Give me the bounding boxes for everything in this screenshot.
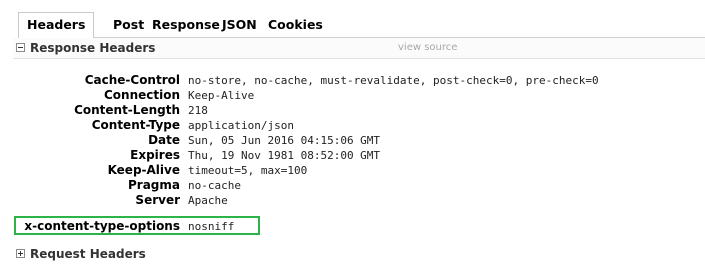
tab-json[interactable]: JSON	[222, 13, 257, 37]
header-name: Pragma	[127, 178, 180, 192]
header-name: Cache-Control	[84, 73, 180, 87]
header-name: Content-Length	[74, 103, 180, 117]
header-row: Expires Thu, 19 Nov 1981 08:52:00 GMT	[13, 148, 705, 162]
header-name: Date	[148, 133, 180, 147]
collapse-icon[interactable]	[16, 43, 25, 52]
header-value: no-store, no-cache, must-revalidate, pos…	[188, 74, 599, 87]
header-value: Sun, 05 Jun 2016 04:15:06 GMT	[188, 134, 381, 147]
header-value: application/json	[188, 119, 294, 132]
tab-headers[interactable]: Headers	[18, 12, 95, 39]
response-headers-section-header[interactable]: Response Headers view source	[13, 38, 705, 59]
header-row: Content-Length 218	[13, 103, 705, 117]
header-name: Content-Type	[91, 118, 180, 132]
header-row: Content-Type application/json	[13, 118, 705, 132]
header-value: Keep-Alive	[188, 89, 255, 102]
view-source-link[interactable]: view source	[398, 42, 457, 53]
request-headers-title: Request Headers	[30, 247, 146, 261]
tab-response[interactable]: Response	[152, 13, 220, 37]
tab-cookies[interactable]: Cookies	[268, 13, 323, 37]
header-row: Cache-Control no-store, no-cache, must-r…	[13, 73, 705, 87]
tab-bar: Headers Post Response JSON Cookies	[18, 12, 705, 39]
request-headers-section-header[interactable]: Request Headers	[13, 244, 705, 264]
header-value: timeout=5, max=100	[188, 164, 308, 177]
header-value: Thu, 19 Nov 1981 08:52:00 GMT	[188, 149, 381, 162]
tab-post[interactable]: Post	[113, 13, 144, 37]
highlight-box	[14, 216, 260, 235]
header-row: Date Sun, 05 Jun 2016 04:15:06 GMT	[13, 133, 705, 147]
header-name: Server	[135, 193, 180, 207]
response-headers-title: Response Headers	[30, 41, 156, 55]
header-row: Server Apache	[13, 193, 705, 207]
header-name: Keep-Alive	[107, 163, 180, 177]
header-value: no-cache	[188, 179, 241, 192]
header-row: Pragma no-cache	[13, 178, 705, 192]
header-value: 218	[188, 104, 208, 117]
header-row: Keep-Alive timeout=5, max=100	[13, 163, 705, 177]
header-name: Expires	[130, 148, 180, 162]
header-value: Apache	[188, 194, 228, 207]
header-name: Connection	[103, 88, 180, 102]
header-row: Connection Keep-Alive	[13, 88, 705, 102]
